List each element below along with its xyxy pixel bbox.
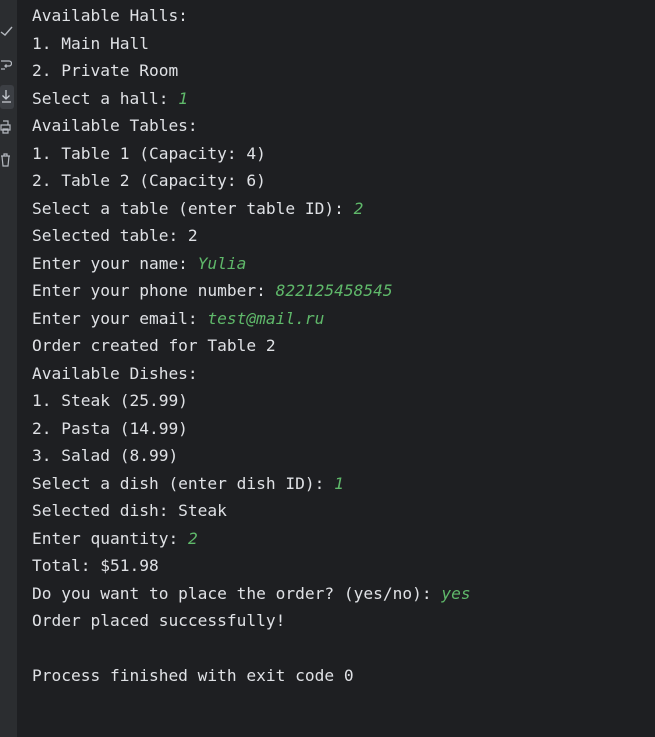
console-output: Available Halls: 1. Main Hall 2. Private R… [32, 4, 655, 692]
console-line: Select a dish (enter dish ID): 1 [32, 472, 655, 500]
console-output-text: Order placed successfully! [32, 611, 286, 630]
run-console-window: Available Halls: 1. Main Hall 2. Private R… [0, 0, 655, 737]
scroll-to-end-icon[interactable] [0, 85, 14, 109]
console-output-text: 1. Table 1 (Capacity: 4) [32, 143, 266, 163]
console-line: Enter your email: test@mail.ru [32, 307, 655, 335]
console-output-text: Select a dish (enter dish ID): [32, 473, 335, 493]
console-line: Available Dishes: [32, 362, 655, 390]
console-line: 2. Table 2 (Capacity: 6) [32, 169, 655, 197]
console-line: 2. Pasta (14.99) [32, 417, 655, 445]
console-output-text: 3. Salad (8.99) [32, 446, 179, 465]
console-line: 2. Private Room [32, 59, 655, 87]
console-output-text: Available Tables: [32, 116, 198, 135]
console-output-text: Do you want to place the order? (yes/no)… [32, 583, 442, 603]
user-input-text: 2 [187, 528, 198, 548]
console-line: 1. Steak (25.99) [32, 389, 655, 417]
console-output-text: Enter your email: [32, 308, 208, 328]
console-line: Enter quantity: 2 [32, 527, 655, 555]
console-output-text: 2. Pasta (14.99) [32, 418, 188, 438]
console-output-text: Enter quantity: [32, 528, 188, 548]
user-input-text: 2 [353, 198, 364, 218]
console-line: Enter your name: Yulia [32, 252, 655, 280]
console-output-text: Available Halls: [32, 6, 188, 25]
console-output-text: 1. Steak (25.99) [32, 391, 188, 410]
console-line: 1. Table 1 (Capacity: 4) [32, 142, 655, 170]
console-output-text: Total: $51.98 [32, 556, 159, 575]
console-line: Total: $51.98 [32, 554, 655, 582]
user-input-text: 1 [334, 473, 344, 493]
console-output-text: Available Dishes: [32, 363, 198, 383]
user-input-text: Yulia [197, 253, 247, 273]
console-line: Do you want to place the order? (yes/no)… [32, 582, 655, 610]
soft-wrap-icon[interactable] [0, 58, 14, 74]
console-output-text: Enter your name: [32, 253, 198, 273]
collapse-chevron-icon[interactable] [0, 26, 14, 42]
console-line: Select a hall: 1 [32, 87, 655, 115]
console-line: 3. Salad (8.99) [32, 444, 655, 472]
console-output-text: 2. Table 2 (Capacity: 6) [32, 171, 266, 190]
console-line: Process finished with exit code 0 [32, 664, 655, 692]
console-line: 1. Main Hall [32, 32, 655, 60]
console-line: Available Halls: [32, 4, 655, 32]
user-input-text: yes [441, 583, 471, 603]
trash-icon[interactable] [0, 153, 14, 169]
user-input-text: test@mail.ru [207, 308, 325, 328]
console-toolbar [0, 0, 17, 737]
console-line: Available Tables: [32, 114, 655, 142]
console-output-text: 2. Private Room [32, 61, 179, 80]
console-line: Enter your phone number: 822125458545 [32, 279, 655, 307]
console-line: Order created for Table 2 [32, 334, 655, 362]
console-output-text: Order created for Table 2 [32, 336, 276, 355]
console-line: Select a table (enter table ID): 2 [32, 197, 655, 225]
console-output-text: Selected dish: Steak [32, 501, 227, 520]
user-input-text: 1 [178, 88, 188, 108]
console-line: Selected dish: Steak [32, 499, 655, 527]
console-line: Selected table: 2 [32, 224, 655, 252]
console-output-text: Select a table (enter table ID): [32, 198, 354, 218]
console-output-text: Select a hall: [32, 88, 179, 108]
console-output-text: Selected table: 2 [32, 226, 198, 245]
console-output-text: Enter your phone number: [32, 281, 276, 300]
console-output-text: Process finished with exit code 0 [32, 666, 354, 685]
console-output-text: 1. Main Hall [32, 33, 149, 53]
user-input-text: 822125458545 [275, 281, 393, 300]
console-line: Order placed successfully! [32, 609, 655, 637]
print-icon[interactable] [0, 120, 14, 136]
